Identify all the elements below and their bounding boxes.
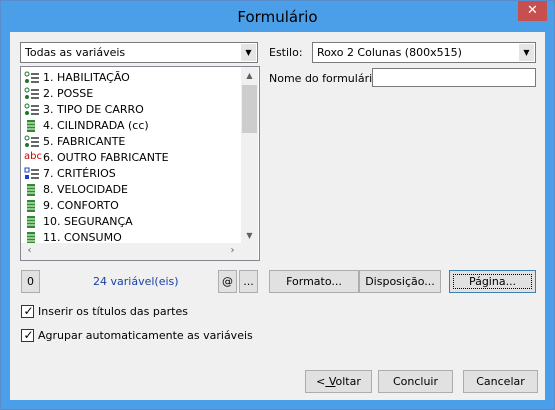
scroll-down-icon[interactable]: ▼	[241, 227, 258, 244]
list-item-label: 10. SEGURANÇA	[43, 215, 133, 228]
list-item-label: 5. FABRICANTE	[43, 135, 126, 148]
scrollbar-thumb[interactable]	[242, 85, 257, 133]
window-frame-left	[1, 32, 10, 400]
variables-list[interactable]: 1. HABILITAÇÃO 2. POSSE 3. TIPO DE CARRO 4.…	[20, 66, 260, 261]
variables-filter-value: Todas as variáveis	[25, 46, 126, 59]
form-name-label: Nome do formulário:	[269, 72, 383, 85]
list-item-label: 9. CONFORTO	[43, 199, 119, 212]
style-value: Roxo 2 Colunas (800x515)	[317, 46, 462, 59]
group-vars-label[interactable]: Agrupar automaticamente as variáveis	[38, 329, 253, 342]
chevron-down-icon[interactable]: ▼	[241, 44, 256, 61]
form-dialog: Formulário ✕ Todas as variáveis ▼ 1. HAB…	[0, 0, 555, 410]
form-name-input[interactable]	[372, 68, 536, 87]
numeric-icon	[24, 183, 40, 197]
window-frame-bottom	[1, 400, 554, 409]
list-item-label: 6. OUTRO FABRICANTE	[43, 151, 169, 164]
back-button-rest: oltar	[335, 375, 361, 388]
variables-list-vertical-scrollbar[interactable]: ▲ ▼	[241, 67, 258, 244]
back-button-prefix: <	[316, 375, 326, 388]
counter-button[interactable]: 0	[21, 270, 40, 293]
style-label: Estilo:	[269, 46, 303, 59]
variables-filter-select[interactable]: Todas as variáveis ▼	[20, 42, 258, 63]
at-button[interactable]: @	[218, 270, 237, 293]
multi-choice-icon	[24, 167, 40, 181]
style-select[interactable]: Roxo 2 Colunas (800x515) ▼	[312, 42, 536, 63]
insert-titles-label[interactable]: Inserir os títulos das partes	[38, 305, 188, 318]
back-button-accel: V	[325, 375, 336, 388]
checkmark-icon: ✓	[23, 328, 34, 342]
list-item-label: 4. CILINDRADA (cc)	[43, 119, 149, 132]
chevron-down-icon[interactable]: ▼	[519, 44, 534, 61]
numeric-icon	[24, 119, 40, 133]
list-item-label: 1. HABILITAÇÃO	[43, 71, 130, 84]
group-vars-checkbox[interactable]: ✓	[21, 328, 34, 342]
more-button[interactable]: ...	[239, 270, 258, 293]
window-title: Formulário	[237, 8, 318, 26]
insert-titles-checkbox[interactable]: ✓	[21, 304, 34, 318]
single-choice-icon	[24, 87, 40, 101]
single-choice-icon	[24, 135, 40, 149]
scroll-left-icon[interactable]: ‹	[21, 243, 38, 260]
window-frame-right	[545, 32, 554, 400]
text-icon: abc	[24, 151, 42, 162]
finish-button[interactable]: Concluir	[378, 370, 453, 393]
title-bar[interactable]: Formulário ✕	[1, 1, 554, 32]
single-choice-icon	[24, 103, 40, 117]
list-item-label: 7. CRITÉRIOS	[43, 167, 116, 180]
back-button[interactable]: < Voltar	[305, 370, 372, 393]
single-choice-icon	[24, 71, 40, 85]
list-item-label: 2. POSSE	[43, 87, 94, 100]
variable-count-text: 24 variável(eis)	[93, 275, 179, 288]
variables-list-horizontal-scrollbar[interactable]: ‹ ›	[21, 243, 241, 260]
list-item-label: 8. VELOCIDADE	[43, 183, 129, 196]
numeric-icon	[24, 215, 40, 229]
scroll-right-icon[interactable]: ›	[224, 243, 241, 260]
list-item-label: 3. TIPO DE CARRO	[43, 103, 144, 116]
cancel-button[interactable]: Cancelar	[463, 370, 538, 393]
page-button[interactable]: Página...	[449, 270, 536, 293]
close-button[interactable]: ✕	[518, 1, 547, 21]
checkmark-icon: ✓	[23, 304, 34, 318]
scrollbar-corner	[241, 243, 258, 260]
format-button[interactable]: Formato...	[269, 270, 359, 293]
layout-button[interactable]: Disposição...	[359, 270, 441, 293]
scroll-up-icon[interactable]: ▲	[241, 67, 258, 84]
numeric-icon	[24, 199, 40, 213]
